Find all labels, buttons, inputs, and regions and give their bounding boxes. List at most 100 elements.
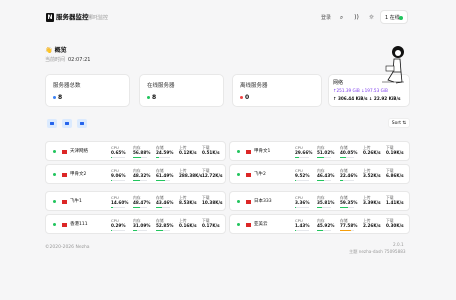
usage-bar-fill — [156, 229, 164, 231]
metric-disk: 存储 40.05% — [340, 145, 357, 158]
stat-offline-servers[interactable]: 离线服务器 0 — [232, 74, 322, 107]
metric-value: 0.19K/s — [386, 150, 404, 155]
flag-icon — [62, 223, 67, 227]
app-title[interactable]: 服务器监控 — [56, 13, 89, 22]
app-logo[interactable]: N — [46, 13, 54, 22]
status-dot — [240, 96, 243, 99]
footer-copyright: ©2020-2026 Nezha — [45, 245, 90, 250]
theme-toggle-icon[interactable]: ☼ — [367, 13, 376, 22]
online-status-dot — [399, 16, 403, 20]
metric-mem: 内存 56.88% — [133, 145, 150, 158]
metric-value: 0.30K/s — [386, 223, 404, 228]
metric-value: 0.17K/s — [202, 223, 220, 228]
usage-bar-fill — [295, 156, 300, 158]
usage-bar — [317, 179, 331, 181]
metric-down: 下载 0.51K/s — [202, 145, 220, 156]
server-card[interactable]: 甲骨文1 CPU 29.66% 内存 51.02% 存储 40.05% 上传 0… — [229, 141, 410, 161]
stat-label: 服务器总数 — [53, 83, 81, 89]
usage-bar-fill — [111, 206, 114, 208]
metric-cpu: CPU 0.29% — [111, 218, 126, 231]
metric-value: 0.51K/s — [202, 150, 220, 155]
server-card[interactable]: 香港111 CPU 0.29% 内存 31.09% 存储 52.85% 上传 0… — [45, 214, 226, 234]
server-name: 日本333 — [254, 199, 272, 204]
usage-bar — [340, 206, 354, 208]
metric-value: 56.88% — [133, 150, 151, 155]
filter-button-tag[interactable] — [62, 119, 72, 128]
server-card[interactable]: 日本333 CPU 3.36% 内存 35.81% 存储 59.35% 上传 3… — [229, 191, 410, 211]
server-name: 香港111 — [70, 222, 88, 227]
metric-value: 0.26K/s — [363, 150, 381, 155]
server-card[interactable]: 飞牛2 CPU 9.52% 内存 46.43% 存储 22.46% 上传 3.5… — [229, 164, 410, 184]
metric-mem: 内存 46.43% — [317, 168, 334, 181]
metric-cpu: CPU 9.06% — [111, 168, 126, 181]
stat-value-wrap: 0 — [240, 94, 249, 102]
usage-bar — [340, 156, 354, 158]
metric-disk: 存储 22.46% — [340, 168, 357, 181]
metric-mem: 内存 48.32% — [133, 168, 150, 181]
filter-button-map[interactable] — [77, 119, 87, 128]
reading-person-illustration — [382, 46, 404, 84]
usage-bar — [317, 206, 331, 208]
metric-disk: 存储 61.49% — [156, 168, 173, 181]
metric-value: 59.35% — [340, 200, 358, 205]
flag-icon — [62, 173, 67, 177]
metric-value: 0.65% — [111, 150, 126, 155]
metric-disk: 存储 43.46% — [156, 195, 173, 208]
stat-total-servers[interactable]: 服务器总数 8 — [45, 74, 130, 107]
stat-value-wrap: 8 — [147, 94, 156, 102]
metric-value: 288.38K/s — [179, 173, 203, 178]
metric-up: 上传 3.52K/s — [363, 168, 381, 179]
usage-bar — [133, 206, 147, 208]
metric-up: 上传 8.53K/s — [179, 195, 197, 206]
sort-button[interactable]: Sort ⇅ — [388, 118, 410, 128]
metric-mem: 内存 45.92% — [317, 218, 334, 231]
usage-bar-fill — [340, 179, 344, 181]
online-counter: 1 在线 — [380, 10, 408, 24]
metric-value: 46.43% — [317, 173, 335, 178]
usage-bar — [111, 229, 125, 231]
online-status-dot — [237, 200, 240, 203]
metric-value: 12.72K/s — [202, 173, 223, 178]
metric-disk: 存储 77.58% — [340, 218, 357, 231]
status-dot — [147, 96, 150, 99]
usage-bar-fill — [340, 229, 351, 231]
metric-mem: 内存 35.81% — [317, 195, 334, 208]
server-card[interactable]: 飞牛1 CPU 14.60% 内存 48.47% 存储 43.46% 上传 8.… — [45, 191, 226, 211]
stat-value: 0 — [245, 94, 250, 101]
server-name: 亚美云 — [254, 222, 268, 227]
stat-value: 8 — [58, 94, 63, 101]
search-icon[interactable]: ⌕ — [337, 13, 346, 22]
usage-bar — [317, 156, 331, 158]
usage-bar-fill — [133, 229, 138, 231]
metric-value: 3.39K/s — [363, 200, 381, 205]
server-name: 甲骨文1 — [254, 149, 271, 154]
login-link[interactable]: 登录 — [321, 14, 331, 22]
server-card[interactable]: 甲骨文2 CPU 9.06% 内存 48.32% 存储 61.49% 上传 28… — [45, 164, 226, 184]
metric-cpu: CPU 1.43% — [295, 218, 310, 231]
usage-bar — [156, 156, 170, 158]
online-status-dot — [53, 150, 56, 153]
usage-bar-fill — [156, 206, 163, 208]
metric-cpu: CPU 3.36% — [295, 195, 310, 208]
metric-down: 下载 6.86K/s — [386, 168, 404, 179]
metric-mem: 内存 31.09% — [133, 218, 150, 231]
rss-icon[interactable]: )) — [352, 13, 361, 22]
status-dot — [53, 96, 56, 99]
metric-up: 上传 288.38K/s — [179, 168, 202, 179]
usage-bar — [111, 179, 125, 181]
stat-online-servers[interactable]: 在线服务器 8 — [139, 74, 224, 107]
server-name: 甲骨文2 — [70, 172, 87, 177]
filter-button-all[interactable] — [47, 119, 57, 128]
usage-bar-fill — [111, 179, 113, 181]
stat-label: 在线服务器 — [147, 83, 175, 89]
server-name: 飞牛1 — [70, 199, 82, 204]
metric-cpu: CPU 0.65% — [111, 145, 126, 158]
usage-bar — [133, 179, 147, 181]
metric-value: 3.36% — [295, 200, 310, 205]
usage-bar — [156, 206, 170, 208]
metric-value: 45.92% — [317, 223, 335, 228]
server-card[interactable]: 天津网络 CPU 0.65% 内存 56.88% 存储 24.59% 上传 0.… — [45, 141, 226, 161]
server-card[interactable]: 亚美云 CPU 1.43% 内存 45.92% 存储 77.58% 上传 2.2… — [229, 214, 410, 234]
metric-value: 51.02% — [317, 150, 335, 155]
metric-value: 1.41K/s — [386, 200, 404, 205]
